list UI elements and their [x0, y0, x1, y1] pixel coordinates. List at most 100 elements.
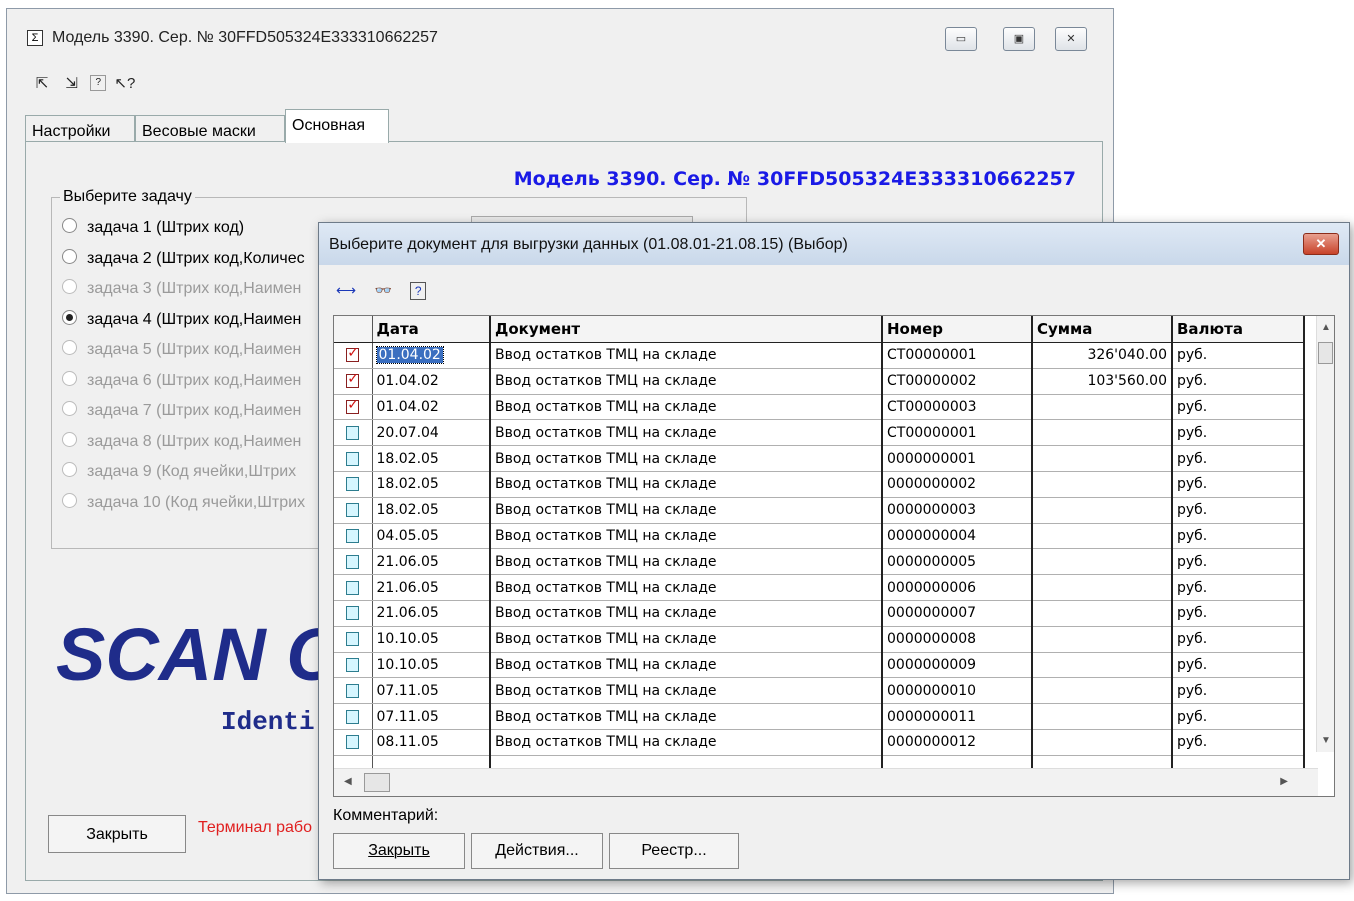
table-row[interactable]: 01.04.02 Ввод остатков ТМЦ на складе СТ000…: [334, 342, 1305, 369]
table-row[interactable]: 07.11.05 Ввод остатков ТМЦ на складе 00000…: [334, 703, 1305, 730]
main-title-bar[interactable]: Σ Модель 3390. Сер. № 30FFD505324E333310…: [7, 9, 1113, 67]
row-document[interactable]: Ввод остатков ТМЦ на складе: [490, 652, 883, 679]
row-document[interactable]: Ввод остатков ТМЦ на складе: [490, 497, 883, 524]
radio-icon[interactable]: [62, 248, 77, 264]
load-to-terminal-icon[interactable]: ⇲: [61, 73, 83, 95]
row-document[interactable]: Ввод остатков ТМЦ на складе: [490, 626, 883, 653]
scroll-up-icon[interactable]: ▲: [1321, 322, 1331, 333]
row-document[interactable]: Ввод остатков ТМЦ на складе: [490, 729, 883, 756]
row-currency[interactable]: руб.: [1172, 342, 1305, 369]
document-icon[interactable]: [346, 657, 360, 672]
row-mark-cell[interactable]: [334, 342, 373, 369]
column-header-sum[interactable]: Сумма: [1032, 316, 1173, 343]
actions-button[interactable]: Действия...: [471, 833, 603, 869]
row-document[interactable]: Ввод остатков ТМЦ на складе: [490, 703, 883, 730]
table-row[interactable]: 20.07.04 Ввод остатков ТМЦ на складе СТ000…: [334, 419, 1305, 447]
row-currency[interactable]: руб.: [1172, 548, 1305, 576]
document-icon[interactable]: [346, 451, 360, 466]
row-currency[interactable]: руб.: [1172, 703, 1305, 730]
row-number[interactable]: 0000000010: [882, 677, 1033, 705]
document-icon[interactable]: [346, 683, 360, 698]
table-row[interactable]: 04.05.05 Ввод остатков ТМЦ на складе 00000…: [334, 523, 1305, 550]
row-mark-cell[interactable]: [334, 574, 373, 601]
row-currency[interactable]: руб.: [1172, 497, 1305, 524]
maximize-button[interactable]: ▣: [1003, 27, 1035, 51]
row-document[interactable]: Ввод остатков ТМЦ на складе: [490, 600, 883, 627]
row-currency[interactable]: руб.: [1172, 574, 1305, 601]
fit-columns-icon[interactable]: ⟷: [335, 279, 357, 301]
load-from-terminal-icon[interactable]: ⇱: [31, 73, 53, 95]
row-currency[interactable]: руб.: [1172, 652, 1305, 679]
document-icon[interactable]: [346, 580, 360, 595]
row-currency[interactable]: руб.: [1172, 523, 1305, 550]
scroll-right-icon[interactable]: ▶: [1280, 776, 1288, 787]
row-sum[interactable]: [1032, 626, 1173, 653]
row-date[interactable]: 07.11.05: [372, 677, 491, 705]
registry-button[interactable]: Реестр...: [609, 833, 739, 869]
row-number[interactable]: 0000000004: [882, 523, 1033, 550]
row-document[interactable]: Ввод остатков ТМЦ на складе: [490, 548, 883, 576]
binoculars-search-icon[interactable]: 👓: [373, 279, 395, 301]
row-number[interactable]: 0000000012: [882, 729, 1033, 756]
document-icon[interactable]: [346, 477, 360, 492]
row-date[interactable]: 01.04.02: [372, 342, 491, 369]
table-row[interactable]: 18.02.05 Ввод остатков ТМЦ на складе 00000…: [334, 445, 1305, 472]
row-mark-cell[interactable]: [334, 703, 373, 730]
row-currency[interactable]: руб.: [1172, 368, 1305, 395]
row-sum[interactable]: [1032, 703, 1173, 730]
row-number[interactable]: 0000000006: [882, 574, 1033, 601]
checked-document-icon[interactable]: [346, 397, 360, 414]
row-mark-cell[interactable]: [334, 548, 373, 576]
tab-weight-masks[interactable]: Весовые маски: [135, 115, 285, 141]
row-sum[interactable]: 326'040.00: [1032, 342, 1173, 369]
row-date[interactable]: 18.02.05: [372, 471, 491, 498]
row-date[interactable]: 10.10.05: [372, 626, 491, 653]
row-mark-cell[interactable]: [334, 368, 373, 395]
column-header-document[interactable]: Документ: [490, 316, 883, 343]
row-mark-cell[interactable]: [334, 471, 373, 498]
table-row[interactable]: 10.10.05 Ввод остатков ТМЦ на складе 00000…: [334, 626, 1305, 653]
row-document[interactable]: Ввод остатков ТМЦ на складе: [490, 342, 883, 369]
radio-icon[interactable]: [62, 218, 77, 233]
row-mark-cell[interactable]: [334, 652, 373, 679]
row-number[interactable]: 0000000009: [882, 652, 1033, 679]
column-header-date[interactable]: Дата: [372, 316, 491, 343]
row-document[interactable]: Ввод остатков ТМЦ на складе: [490, 419, 883, 447]
vertical-scroll-thumb[interactable]: [1318, 342, 1333, 364]
row-currency[interactable]: руб.: [1172, 419, 1305, 447]
row-currency[interactable]: руб.: [1172, 445, 1305, 472]
document-grid[interactable]: Дата Документ Номер Сумма Валюта 01.04.0…: [333, 315, 1335, 797]
close-window-button[interactable]: ✕: [1055, 27, 1087, 51]
document-icon[interactable]: [346, 554, 360, 569]
row-document[interactable]: Ввод остатков ТМЦ на складе: [490, 445, 883, 472]
row-mark-cell[interactable]: [334, 729, 373, 756]
dialog-close-action-button[interactable]: Закрыть: [333, 833, 465, 869]
row-mark-cell[interactable]: [334, 523, 373, 550]
row-currency[interactable]: руб.: [1172, 626, 1305, 653]
document-icon[interactable]: [346, 709, 360, 724]
row-currency[interactable]: руб.: [1172, 600, 1305, 627]
table-row[interactable]: 10.10.05 Ввод остатков ТМЦ на складе 00000…: [334, 652, 1305, 679]
table-row[interactable]: 21.06.05 Ввод остатков ТМЦ на складе 00000…: [334, 548, 1305, 576]
task-radio-4[interactable]: задача 4 (Штрих код,Наимен: [62, 309, 301, 334]
row-date[interactable]: 18.02.05: [372, 497, 491, 524]
row-date[interactable]: 08.11.05: [372, 729, 491, 756]
row-date[interactable]: 21.06.05: [372, 600, 491, 627]
row-sum[interactable]: [1032, 574, 1173, 601]
row-date[interactable]: 21.06.05: [372, 574, 491, 601]
document-icon[interactable]: [346, 606, 360, 621]
row-number[interactable]: 0000000002: [882, 471, 1033, 498]
column-header-currency[interactable]: Валюта: [1172, 316, 1305, 343]
row-sum[interactable]: [1032, 523, 1173, 550]
row-number[interactable]: СТ00000001: [882, 342, 1033, 369]
row-document[interactable]: Ввод остатков ТМЦ на складе: [490, 523, 883, 550]
row-date[interactable]: 07.11.05: [372, 703, 491, 730]
row-mark-cell[interactable]: [334, 419, 373, 447]
radio-icon[interactable]: [62, 309, 77, 325]
row-date[interactable]: 20.07.04: [372, 419, 491, 447]
row-number[interactable]: 0000000007: [882, 600, 1033, 627]
row-currency[interactable]: руб.: [1172, 677, 1305, 705]
checked-document-icon[interactable]: [346, 345, 360, 363]
row-document[interactable]: Ввод остатков ТМЦ на складе: [490, 471, 883, 498]
row-currency[interactable]: руб.: [1172, 729, 1305, 756]
